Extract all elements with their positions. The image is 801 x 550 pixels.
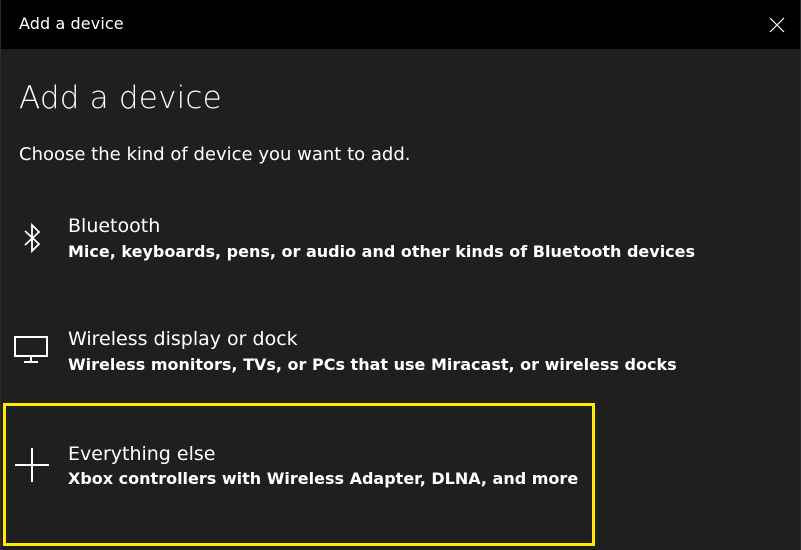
plus-icon xyxy=(14,447,50,487)
add-device-window: Add a device Add a device Choose the kin… xyxy=(0,0,801,550)
title-bar: Add a device xyxy=(1,0,800,49)
page-subtitle: Choose the kind of device you want to ad… xyxy=(19,144,411,165)
page-title: Add a device xyxy=(19,80,222,116)
monitor-icon xyxy=(13,335,49,369)
option-bluetooth[interactable]: Bluetooth Mice, keyboards, pens, or audi… xyxy=(3,198,695,298)
bluetooth-icon xyxy=(23,222,43,258)
option-description: Wireless monitors, TVs, or PCs that use … xyxy=(68,355,677,374)
option-description: Xbox controllers with Wireless Adapter, … xyxy=(68,469,579,488)
window-title: Add a device xyxy=(19,14,124,33)
option-description: Mice, keyboards, pens, or audio and othe… xyxy=(68,242,696,261)
close-icon xyxy=(769,17,785,33)
option-label: Wireless display or dock xyxy=(68,328,298,350)
option-everything-else[interactable]: Everything else Xbox controllers with Wi… xyxy=(3,403,595,546)
option-label: Bluetooth xyxy=(68,215,161,237)
close-button[interactable] xyxy=(754,0,800,49)
option-label: Everything else xyxy=(68,443,216,465)
option-wireless-display[interactable]: Wireless display or dock Wireless monito… xyxy=(3,310,677,410)
